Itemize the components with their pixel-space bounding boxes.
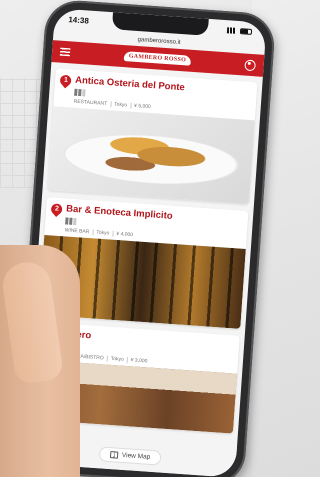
view-map-button[interactable]: View Map [98,445,162,466]
view-map-label: View Map [121,451,151,461]
signal-icon [226,27,238,34]
restaurant-card[interactable]: 1 Antica Osteria del Ponte RESTAURANT To… [47,68,258,205]
restaurant-photo[interactable] [47,106,255,205]
map-pin-icon: 1 [57,72,74,89]
restaurant-city: Tokyo [110,355,124,363]
restaurant-city: Tokyo [96,229,110,237]
status-icons [226,27,253,35]
map-pin-icon: 2 [48,201,65,218]
restaurant-price: ¥ 4,000 [116,230,134,239]
restaurant-category: RESTAURANT [73,98,108,108]
restaurant-city: Tokyo [113,101,128,109]
user-account-icon[interactable] [244,59,257,71]
hamburger-menu-icon[interactable] [59,47,71,57]
restaurant-category: WINE BAR [64,227,90,236]
restaurant-price: ¥ 5,000 [133,102,151,111]
url-text: gamberorosso.it [137,36,181,46]
status-time: 14:38 [68,14,90,26]
brand-logo[interactable]: GAMBERO ROSSO [123,51,192,66]
battery-icon [239,28,253,35]
map-icon [109,450,119,459]
restaurant-price: ¥ 3,000 [130,357,148,365]
